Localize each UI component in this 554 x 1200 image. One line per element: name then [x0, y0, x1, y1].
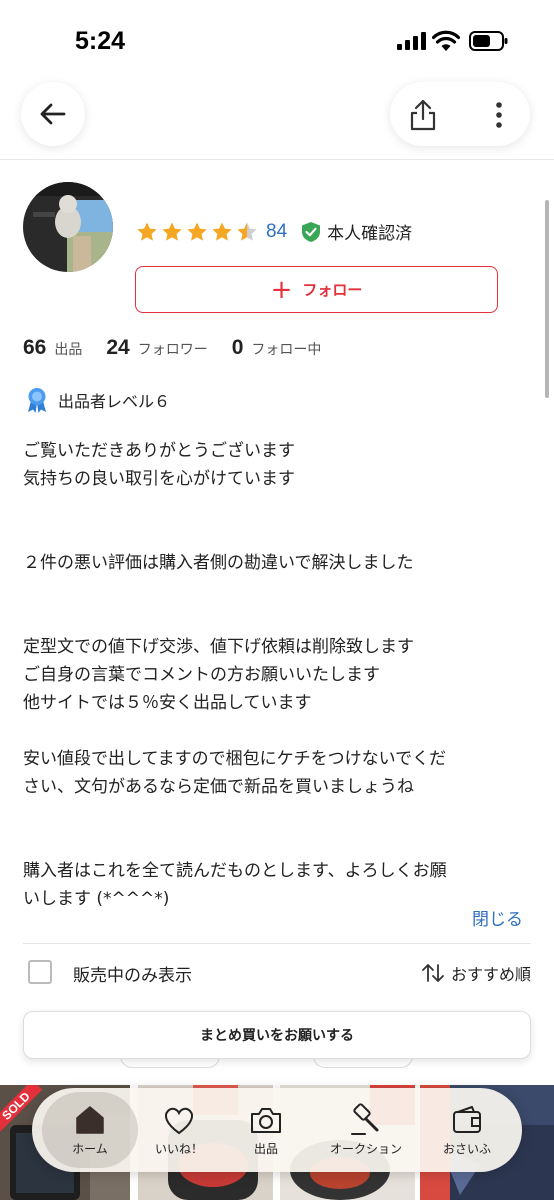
seller-rating[interactable]: 84 本人確認済	[136, 219, 412, 244]
back-button[interactable]	[21, 82, 85, 146]
follow-button[interactable]: + フォロー	[135, 266, 498, 313]
sort-arrows-icon	[422, 964, 444, 982]
stat-label: フォロー中	[251, 342, 322, 358]
header-actions	[390, 82, 530, 146]
tab-label: ホーム	[72, 1142, 108, 1156]
status-bar: 5:24	[0, 0, 554, 80]
bio-line: 気持ちの良い取引を心がけています	[23, 469, 295, 489]
heart-icon	[165, 1107, 193, 1135]
cellular-signal-icon	[397, 32, 426, 50]
stat-listings[interactable]: 66 出品	[23, 336, 82, 360]
tab-likes[interactable]: いいね！	[130, 1088, 228, 1172]
arrow-left-icon	[40, 103, 66, 125]
bio-line: 定型文での値下げ交渉、値下げ依頼は削除致します	[23, 637, 414, 657]
tab-label: オークション	[329, 1142, 402, 1156]
bio-line	[23, 521, 531, 549]
sort-button[interactable]: おすすめ順	[421, 961, 531, 985]
star-icon	[212, 222, 232, 241]
stat-label: フォロワー	[137, 342, 208, 358]
star-icon	[162, 222, 182, 241]
plus-icon: +	[270, 274, 293, 305]
on-sale-only-checkbox[interactable]	[28, 960, 52, 984]
badge-ribbon-icon	[28, 388, 46, 413]
bio-line: 他サイトでは５％安く出品しています	[23, 693, 312, 713]
battery-icon	[469, 31, 508, 51]
rating-stars	[136, 221, 258, 243]
bio-line: 安い値段で出してますので梱包にケチをつけないでくだ	[23, 749, 447, 769]
stat-label: 出品	[54, 342, 83, 358]
gavel-icon	[351, 1103, 379, 1135]
home-icon	[76, 1106, 104, 1134]
star-icon	[187, 222, 207, 241]
profile-bio: ご覧いただきありがとうございます 気持ちの良い取引を心がけています ２件の悪い評価は…	[23, 437, 531, 913]
seller-level[interactable]: 出品者レベル６	[25, 387, 170, 413]
bio-line	[23, 829, 531, 857]
shield-check-icon	[302, 221, 321, 242]
bio-line	[23, 801, 531, 829]
stat-followers[interactable]: 24 フォロワー	[106, 336, 207, 360]
header-divider	[0, 159, 554, 160]
stat-value: 66	[23, 336, 47, 359]
verified-badge: 本人確認済	[301, 219, 412, 244]
rating-count[interactable]: 84	[266, 221, 287, 243]
stat-value: 24	[106, 336, 130, 359]
star-icon	[137, 222, 157, 241]
avatar[interactable]	[23, 182, 113, 272]
tab-label: 出品	[253, 1142, 278, 1156]
bio-line: ご覧いただきありがとうございます	[23, 441, 295, 461]
section-divider	[23, 943, 531, 944]
tab-home[interactable]: ホーム	[42, 1092, 138, 1168]
bio-line	[23, 493, 531, 521]
stat-following[interactable]: 0 フォロー中	[232, 336, 322, 360]
filter-row: 販売中のみ表示 おすすめ順	[23, 958, 531, 988]
bio-line: 購入者はこれを全て読んだものとします、よろしくお願	[23, 861, 447, 881]
bio-line	[23, 717, 531, 745]
share-icon[interactable]	[406, 98, 440, 132]
tab-sell[interactable]: 出品	[217, 1088, 315, 1172]
sort-label: おすすめ順	[450, 965, 531, 984]
bio-line: いします (*^^^*)	[23, 889, 170, 909]
wifi-icon	[432, 30, 460, 51]
bio-line: ご自身の言葉でコメントの方お願いいたします	[23, 665, 380, 685]
bottom-tab-bar: ホーム いいね！ 出品 オークション おさいふ	[32, 1088, 522, 1172]
more-vertical-icon[interactable]	[486, 100, 512, 130]
bio-line: ２件の悪い評価は購入者側の勘違いで解決しました	[23, 553, 414, 573]
status-time: 5:24	[75, 27, 126, 55]
profile-stats: 66 出品 24 フォロワー 0 フォロー中	[23, 336, 345, 360]
close-bio-link[interactable]: 閉じる	[472, 905, 523, 930]
star-icon	[237, 222, 257, 241]
tab-wallet[interactable]: おさいふ	[418, 1088, 516, 1172]
bio-line	[23, 577, 531, 605]
bio-line: さい、文句があるなら定価で新品を買いましょうね	[23, 777, 414, 797]
on-sale-only-label[interactable]: 販売中のみ表示	[73, 961, 192, 986]
verified-label: 本人確認済	[327, 224, 413, 244]
tab-auction[interactable]: オークション	[317, 1088, 415, 1172]
scrollbar[interactable]	[545, 200, 549, 398]
tab-label: いいね！	[154, 1142, 203, 1156]
tab-label: おさいふ	[442, 1142, 491, 1156]
level-label: 出品者レベル６	[58, 392, 171, 411]
stat-value: 0	[231, 336, 244, 359]
wallet-icon	[453, 1106, 481, 1133]
follow-label: フォロー	[302, 281, 363, 299]
bio-line	[23, 605, 531, 633]
bulk-buy-button[interactable]: まとめ買いをお願いする	[23, 1011, 531, 1059]
camera-icon	[251, 1108, 281, 1133]
